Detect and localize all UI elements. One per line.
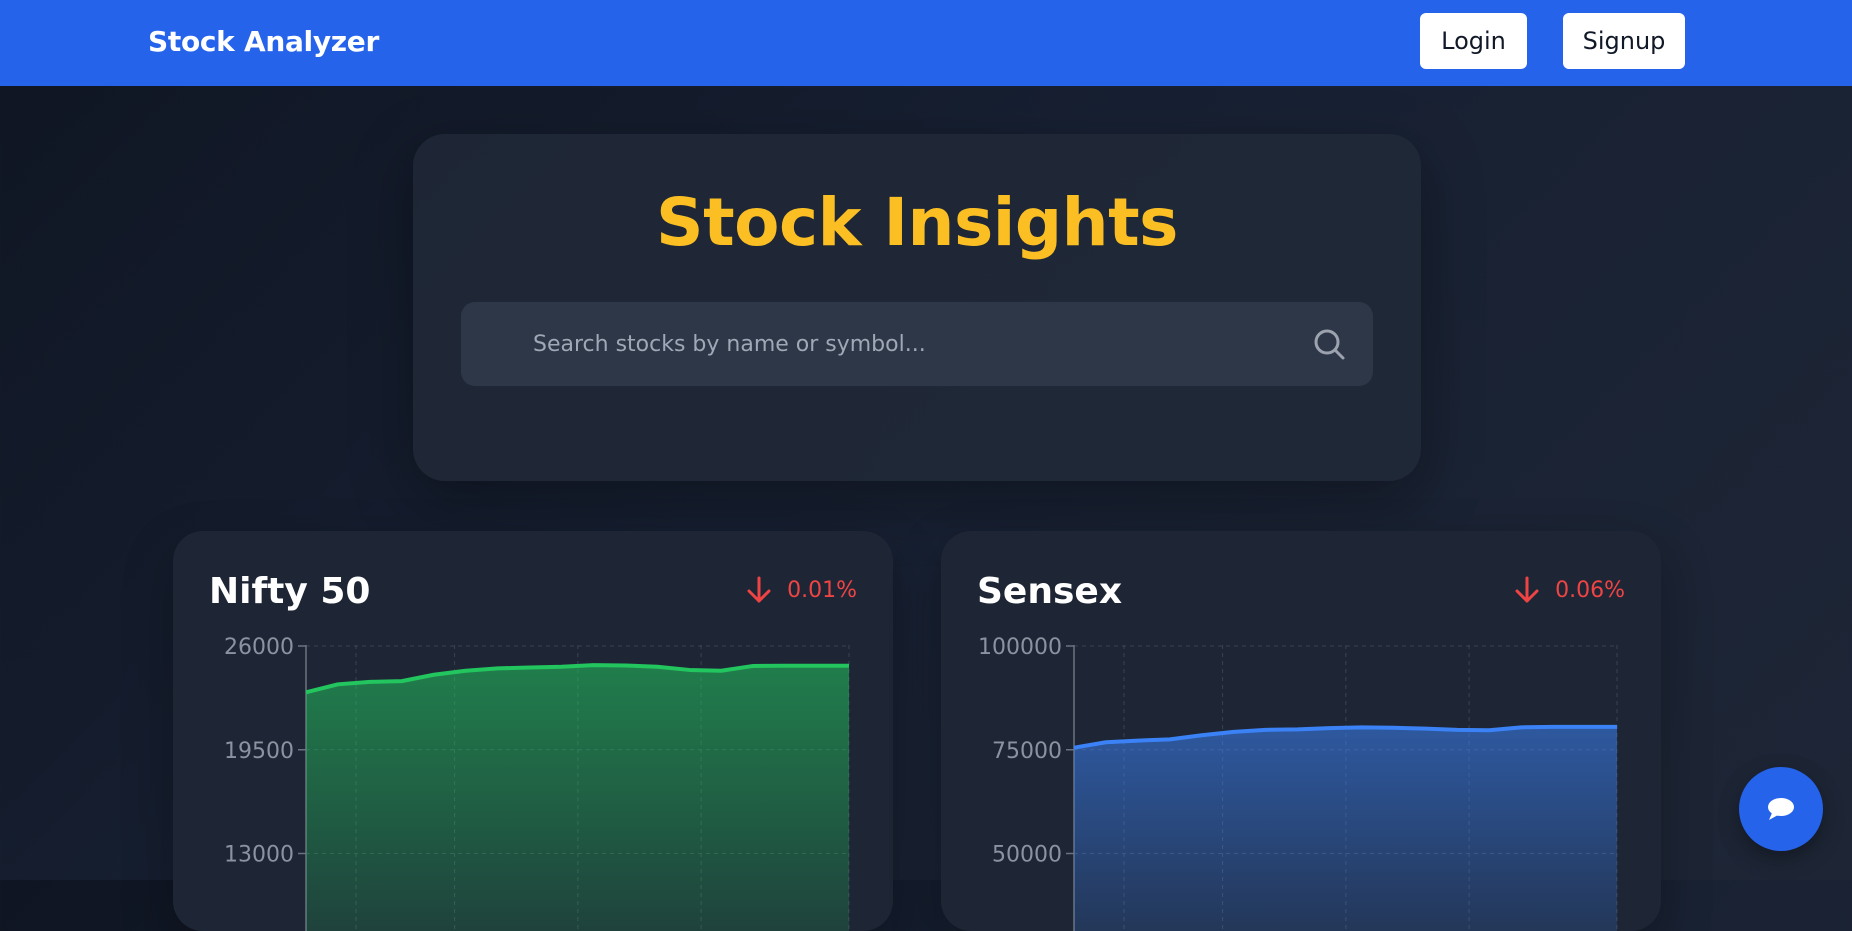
brand-logo-text[interactable]: Stock Analyzer [148,25,379,58]
data-point [1616,725,1619,728]
data-point [656,665,659,668]
data-point [560,665,563,668]
data-point [305,691,308,694]
nifty-change-indicator: 0.01% [745,575,857,605]
login-button[interactable]: Login [1420,13,1527,69]
y-tick-label: 100000 [978,635,1062,660]
data-point [720,669,723,672]
signup-button[interactable]: Signup [1563,13,1685,69]
data-point [848,664,851,667]
data-point [624,664,627,667]
sensex-title: Sensex [977,571,1123,612]
data-point [1360,726,1363,729]
y-tick-label: 13000 [224,843,294,868]
data-point [1456,728,1459,731]
arrow-down-icon [747,576,771,603]
arrow-down-icon [1515,576,1539,603]
data-point [1520,726,1523,729]
sensex-chart-card: 100000 75000 50000 Sensex 0.06% [941,531,1661,931]
data-point [496,667,499,670]
search-input[interactable] [461,302,1321,386]
y-tick-label: 50000 [992,843,1062,868]
data-point [432,673,435,676]
data-point [1168,738,1171,741]
data-point [1200,734,1203,737]
top-navbar: Stock Analyzer Login Signup [0,0,1852,86]
data-point [368,680,371,683]
chat-bubble-icon [1768,798,1794,820]
page-title: Stock Insights [656,184,1178,261]
nifty-chart-card: 26000 19500 13000 Nifty 50 0.01% [173,531,893,931]
data-point [1552,725,1555,728]
search-bar [461,302,1373,386]
data-point [1104,741,1107,744]
series-area [306,665,849,931]
hero-panel: Stock Insights [413,134,1421,481]
nifty-change-value: 0.01% [787,577,857,603]
series-area [1074,726,1617,931]
data-point [1136,739,1139,742]
sensex-change-value: 0.06% [1555,577,1625,603]
data-point [784,664,787,667]
data-point [1584,725,1587,728]
y-tick-label: 75000 [992,739,1062,764]
data-point [592,664,595,667]
data-point [1264,728,1267,731]
data-point [1328,727,1331,730]
data-point [752,664,755,667]
data-point [688,668,691,671]
nifty-title: Nifty 50 [209,571,371,612]
y-tick-label: 19500 [224,739,294,764]
data-point [1424,727,1427,730]
data-point [528,666,531,669]
data-point [1488,729,1491,732]
data-point [1232,730,1235,733]
search-icon[interactable] [1311,326,1347,362]
data-point [1296,728,1299,731]
data-point [400,680,403,683]
sensex-change-indicator: 0.06% [1513,575,1625,605]
data-point [1392,726,1395,729]
data-point [336,683,339,686]
data-point [1073,746,1076,749]
y-tick-label: 26000 [224,635,294,660]
chat-button[interactable] [1739,767,1823,851]
data-point [816,664,819,667]
data-point [464,669,467,672]
